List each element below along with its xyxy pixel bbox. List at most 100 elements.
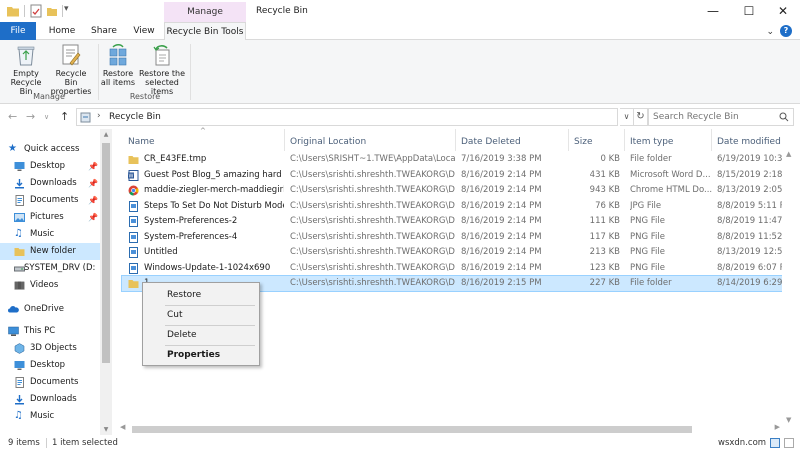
scroll-left-icon[interactable]: ◀ — [120, 423, 125, 431]
chrome-icon — [128, 185, 139, 196]
pin-icon[interactable]: 📌 — [88, 175, 98, 192]
picture-icon — [14, 213, 25, 222]
nav-item-videos[interactable]: Videos — [0, 277, 100, 294]
cell-deleted: 7/16/2019 3:38 PM — [461, 154, 542, 164]
cell-name: Windows-Update-1-1024x690 — [144, 262, 271, 273]
image-file-icon — [129, 216, 138, 227]
nav-item-onedrive[interactable]: OneDrive — [0, 301, 100, 318]
column-header-size[interactable]: Size — [574, 133, 592, 151]
column-header-date-deleted[interactable]: Date Deleted — [461, 133, 521, 151]
nav-pane-scrollbar[interactable]: ▲ ▼ — [100, 129, 112, 435]
chevron-down-icon[interactable]: ⌄ — [766, 27, 774, 37]
tab-home[interactable]: Home — [42, 22, 82, 40]
column-divider[interactable] — [284, 129, 285, 151]
new-folder-qat-icon[interactable] — [46, 4, 58, 18]
tab-file[interactable]: File — [0, 22, 36, 40]
file-list-horizontal-scrollbar[interactable]: ◀ ▶ — [118, 423, 782, 435]
nav-item-desktop[interactable]: Desktop 📌 — [0, 158, 100, 175]
search-input[interactable] — [649, 109, 775, 125]
scroll-down-icon[interactable]: ▼ — [100, 426, 112, 433]
nav-item-3d-objects[interactable]: 3D Objects — [0, 340, 100, 357]
help-icon[interactable]: ? — [780, 25, 792, 37]
nav-item-documents-pc[interactable]: Documents — [0, 374, 100, 391]
refresh-icon[interactable]: ↻ — [634, 108, 648, 126]
nav-item-desktop-pc[interactable]: Desktop — [0, 357, 100, 374]
pin-icon[interactable]: 📌 — [88, 209, 98, 226]
cell-location: C:\Users\srishti.shreshth.TWEAKORG\Des..… — [290, 169, 455, 180]
column-divider[interactable] — [568, 129, 569, 151]
column-header-name[interactable]: Name — [128, 133, 155, 151]
qat-customize-icon[interactable]: ▾ — [64, 4, 69, 18]
breadcrumb[interactable]: Recycle Bin — [109, 112, 161, 122]
table-row[interactable]: maddie-ziegler-merch-maddiegirl-... C:\Us… — [122, 183, 797, 198]
nav-item-music-pc[interactable]: ♫ Music — [0, 408, 100, 425]
tab-share[interactable]: Share — [86, 22, 122, 40]
tab-recycle-bin-tools[interactable]: Recycle Bin Tools — [164, 22, 246, 41]
scroll-up-icon[interactable]: ▲ — [786, 150, 791, 158]
address-bar[interactable]: › Recycle Bin — [76, 108, 618, 126]
nav-item-new-folder[interactable]: New folder — [0, 243, 100, 260]
nav-item-downloads-pc[interactable]: Downloads — [0, 391, 100, 408]
details-view-icon[interactable] — [770, 438, 780, 448]
search-box[interactable] — [648, 108, 794, 126]
table-row[interactable]: Windows-Update-1-1024x690 C:\Users\srisht… — [122, 261, 796, 276]
scroll-down-icon[interactable]: ▼ — [786, 416, 791, 424]
table-row[interactable]: System-Preferences-4 C:\Users\srishti.shr… — [122, 230, 797, 245]
forward-arrow-icon[interactable]: → — [26, 110, 35, 123]
menu-item-restore[interactable]: Restore — [143, 286, 259, 304]
scroll-up-icon[interactable]: ▲ — [100, 131, 112, 138]
item-count: 9 items — [8, 438, 40, 448]
nav-item-label: Music — [30, 229, 55, 239]
close-button[interactable]: ✕ — [766, 0, 800, 22]
nav-item-this-pc[interactable]: This PC — [0, 323, 100, 340]
menu-item-delete[interactable]: Delete — [143, 326, 259, 344]
pin-icon[interactable]: 📌 — [88, 192, 98, 209]
scrollbar-thumb[interactable] — [132, 426, 692, 433]
cell-location: C:\Users\SRISHT~1.TWE\AppData\Local\... — [290, 154, 455, 164]
up-arrow-icon[interactable]: ↑ — [60, 110, 69, 123]
ribbon: Empty Recycle Bin Recycle Bin properties… — [0, 40, 800, 104]
nav-item-label: Downloads — [30, 394, 77, 404]
table-row[interactable]: Steps To Set Do Not Disturb Mode ... C:\U… — [122, 199, 796, 214]
column-header-item-type[interactable]: Item type — [630, 133, 673, 151]
column-header-original-location[interactable]: Original Location — [290, 133, 366, 151]
menu-item-properties[interactable]: Properties — [143, 346, 259, 364]
table-row[interactable]: CR_E43FE.tmp C:\Users\SRISHT~1.TWE\AppDat… — [122, 152, 797, 167]
table-row[interactable]: Untitled C:\Users\srishti.shreshth.TWEAKO… — [122, 245, 797, 260]
nav-item-quick-access[interactable]: ★ Quick access — [0, 141, 100, 158]
pin-icon[interactable]: 📌 — [88, 158, 98, 175]
restore-selected-items-button[interactable]: Restore the selected items — [138, 43, 186, 96]
menu-item-cut[interactable]: Cut — [143, 306, 259, 324]
file-list-vertical-scrollbar[interactable]: ▲ ▼ — [782, 148, 800, 426]
star-icon: ★ — [8, 143, 17, 154]
large-icons-view-icon[interactable] — [784, 438, 794, 448]
maximize-button[interactable]: ☐ — [732, 0, 766, 22]
recycle-bin-properties-button[interactable]: Recycle Bin properties — [48, 43, 94, 96]
restore-all-items-button[interactable]: Restore all items — [100, 43, 136, 87]
cell-size: 0 KB — [600, 154, 620, 164]
scroll-right-icon[interactable]: ▶ — [775, 423, 780, 431]
table-row[interactable]: W Guest Post Blog_5 amazing hard dr... C:\… — [122, 168, 797, 183]
restore-all-icon — [109, 44, 127, 66]
nav-item-music[interactable]: ♫ Music — [0, 226, 100, 243]
nav-item-downloads[interactable]: Downloads 📌 — [0, 175, 100, 192]
column-header-date-modified[interactable]: Date modified — [717, 133, 781, 151]
address-dropdown-icon[interactable]: ∨ — [620, 108, 634, 126]
tab-view[interactable]: View — [128, 22, 160, 40]
column-divider[interactable] — [711, 129, 712, 151]
cell-location: C:\Users\srishti.shreshth.TWEAKORG\Des..… — [290, 185, 455, 195]
column-divider[interactable] — [624, 129, 625, 151]
recent-locations-icon[interactable]: ∨ — [44, 113, 49, 121]
empty-recycle-bin-button[interactable]: Empty Recycle Bin — [4, 43, 48, 96]
properties-qat-icon[interactable] — [30, 4, 42, 18]
nav-item-system-drive[interactable]: SYSTEM_DRV (D: — [0, 260, 100, 277]
scrollbar-thumb[interactable] — [102, 143, 110, 363]
minimize-button[interactable]: — — [696, 0, 730, 22]
nav-item-label: Desktop — [30, 161, 66, 171]
column-divider[interactable] — [455, 129, 456, 151]
back-arrow-icon[interactable]: ← — [8, 110, 17, 123]
nav-item-pictures[interactable]: Pictures 📌 — [0, 209, 100, 226]
nav-item-label: Documents — [30, 377, 79, 387]
nav-item-documents[interactable]: Documents 📌 — [0, 192, 100, 209]
table-row[interactable]: System-Preferences-2 C:\Users\srishti.shr… — [122, 214, 797, 229]
